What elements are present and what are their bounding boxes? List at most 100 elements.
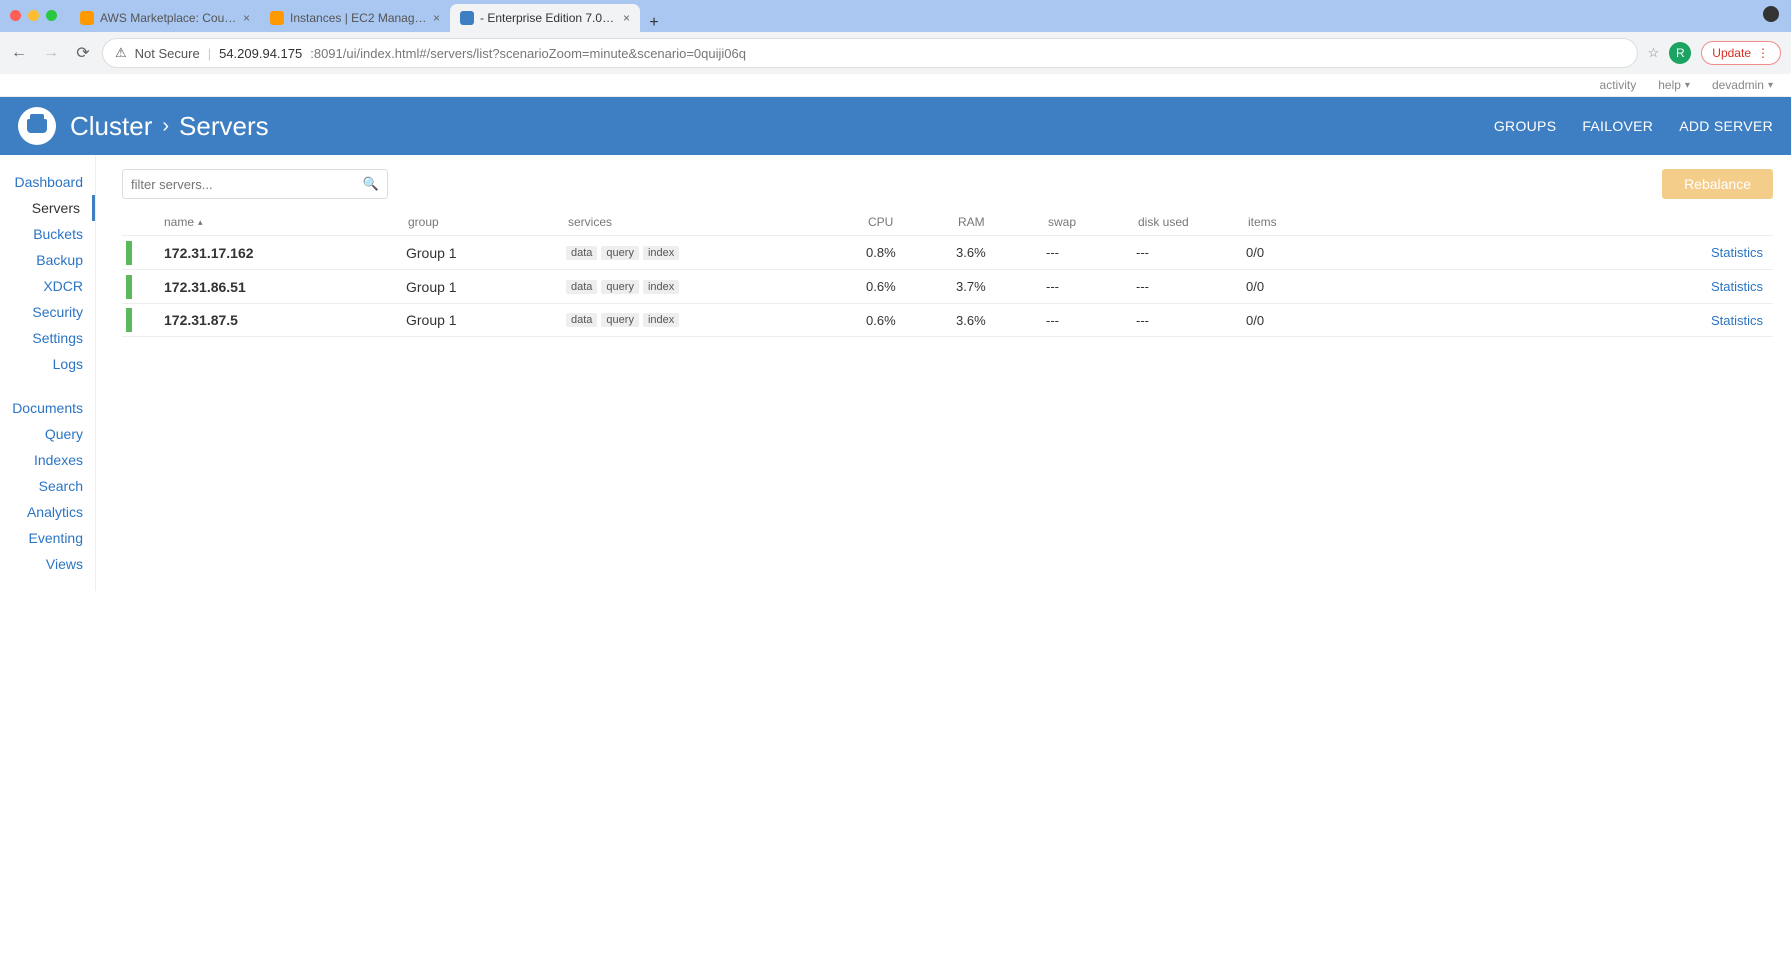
chevron-down-icon: ▾ [1768, 80, 1773, 91]
browser-chrome: AWS Marketplace: Couchbase×Instances | E… [0, 0, 1791, 74]
table-row[interactable]: 172.31.87.5 Group 1 dataqueryindex 0.6% … [122, 303, 1773, 337]
tab-title: - Enterprise Edition 7.0.3 build [480, 11, 617, 25]
groups-button[interactable]: GROUPS [1494, 118, 1556, 134]
table-header: name▴ group services CPU RAM swap disk u… [122, 209, 1773, 235]
sidebar-item-eventing[interactable]: Eventing [0, 525, 95, 551]
help-menu[interactable]: help▾ [1658, 78, 1690, 92]
kebab-icon: ⋮ [1757, 46, 1770, 60]
content-area: 🔍 Rebalance name▴ group services CPU RAM… [96, 155, 1791, 591]
disk-value: --- [1136, 279, 1246, 294]
nav-forward-icon[interactable]: → [42, 44, 60, 62]
breadcrumb-cluster[interactable]: Cluster [70, 111, 152, 142]
service-tag: index [643, 313, 679, 327]
close-icon[interactable]: × [623, 11, 630, 25]
favicon [270, 11, 284, 25]
col-disk[interactable]: disk used [1136, 215, 1246, 229]
window-maximize[interactable] [46, 10, 57, 21]
failover-button[interactable]: FAILOVER [1582, 118, 1653, 134]
browser-tab[interactable]: - Enterprise Edition 7.0.3 build × [450, 4, 640, 32]
server-group: Group 1 [406, 245, 566, 261]
user-menu[interactable]: devadmin▾ [1712, 78, 1773, 92]
items-value: 0/0 [1246, 279, 1356, 294]
disk-value: --- [1136, 313, 1246, 328]
page-header: Cluster › Servers GROUPS FAILOVER ADD SE… [0, 97, 1791, 155]
service-tag: query [601, 280, 639, 294]
add-server-button[interactable]: ADD SERVER [1679, 118, 1773, 134]
chevron-right-icon: › [162, 115, 169, 138]
service-tag: index [643, 280, 679, 294]
tab-title: Instances | EC2 Management C [290, 11, 427, 25]
rebalance-button[interactable]: Rebalance [1662, 169, 1773, 199]
server-status-icon [126, 241, 132, 265]
col-services[interactable]: services [566, 215, 866, 229]
nav-reload-icon[interactable]: ⟳ [74, 43, 92, 63]
activity-link[interactable]: activity [1600, 78, 1637, 92]
swap-value: --- [1046, 279, 1136, 294]
ram-value: 3.6% [956, 245, 1046, 260]
col-cpu[interactable]: CPU [866, 215, 956, 229]
bookmark-icon[interactable]: ☆ [1648, 45, 1660, 61]
window-close[interactable] [10, 10, 21, 21]
filter-box[interactable]: 🔍 [122, 169, 388, 199]
sidebar-item-search[interactable]: Search [0, 473, 95, 499]
browser-tab[interactable]: AWS Marketplace: Couchbase × [70, 4, 260, 32]
update-button[interactable]: Update ⋮ [1701, 41, 1781, 65]
service-tags: data query index [566, 280, 866, 294]
sidebar-item-documents[interactable]: Documents [0, 395, 95, 421]
table-row[interactable]: 172.31.86.51 Group 1 dataqueryindex 0.6%… [122, 269, 1773, 303]
url-host: 54.209.94.175 [219, 46, 302, 61]
new-tab-button[interactable]: + [640, 14, 668, 32]
statistics-link[interactable]: Statistics [1711, 245, 1763, 260]
favicon [80, 11, 94, 25]
window-minimize[interactable] [28, 10, 39, 21]
col-items[interactable]: items [1246, 215, 1356, 229]
sidebar-item-servers[interactable]: Servers [0, 195, 95, 221]
browser-tab[interactable]: Instances | EC2 Management C × [260, 4, 450, 32]
sidebar-item-query[interactable]: Query [0, 421, 95, 447]
url-field[interactable]: ⚠ Not Secure | 54.209.94.175:8091/ui/ind… [102, 38, 1638, 68]
browser-tabs: AWS Marketplace: Couchbase×Instances | E… [70, 2, 1791, 32]
service-tag: query [601, 246, 639, 260]
service-tag: data [566, 280, 597, 294]
col-name[interactable]: name▴ [146, 215, 406, 229]
sidebar-item-backup[interactable]: Backup [0, 247, 95, 273]
server-name: 172.31.17.162 [146, 245, 406, 261]
breadcrumb: Cluster › Servers [70, 111, 269, 142]
sidebar-item-dashboard[interactable]: Dashboard [0, 169, 95, 195]
sidebar-item-settings[interactable]: Settings [0, 325, 95, 351]
service-tag: data [566, 246, 597, 260]
address-bar: ← → ⟳ ⚠ Not Secure | 54.209.94.175:8091/… [0, 32, 1791, 74]
service-tag: index [643, 246, 679, 260]
nav-back-icon[interactable]: ← [10, 44, 28, 62]
sidebar-item-xdcr[interactable]: XDCR [0, 273, 95, 299]
sidebar-item-indexes[interactable]: Indexes [0, 447, 95, 473]
sidebar-item-views[interactable]: Views [0, 551, 95, 577]
cpu-value: 0.8% [866, 245, 956, 260]
sidebar-item-analytics[interactable]: Analytics [0, 499, 95, 525]
sidebar-item-buckets[interactable]: Buckets [0, 221, 95, 247]
col-swap[interactable]: swap [1046, 215, 1136, 229]
sort-asc-icon: ▴ [198, 217, 203, 228]
not-secure-label: Not Secure [135, 46, 200, 61]
server-group: Group 1 [406, 279, 566, 295]
chevron-down-icon: ▾ [1685, 80, 1690, 91]
sidebar-item-security[interactable]: Security [0, 299, 95, 325]
couchbase-logo[interactable] [18, 107, 56, 145]
server-status-icon [126, 275, 132, 299]
col-ram[interactable]: RAM [956, 215, 1046, 229]
cpu-value: 0.6% [866, 313, 956, 328]
tab-title: AWS Marketplace: Couchbase [100, 11, 237, 25]
col-group[interactable]: group [406, 215, 566, 229]
sidebar-item-logs[interactable]: Logs [0, 351, 95, 377]
service-tag: data [566, 313, 597, 327]
filter-input[interactable] [131, 177, 363, 192]
statistics-link[interactable]: Statistics [1711, 279, 1763, 294]
profile-avatar[interactable]: R [1669, 42, 1691, 64]
service-tag: query [601, 313, 639, 327]
cpu-value: 0.6% [866, 279, 956, 294]
statistics-link[interactable]: Statistics [1711, 313, 1763, 328]
close-icon[interactable]: × [433, 11, 440, 25]
close-icon[interactable]: × [243, 11, 250, 25]
server-name: 172.31.87.5 [146, 312, 406, 328]
table-row[interactable]: 172.31.17.162 Group 1 data query index 0.8… [122, 235, 1773, 269]
